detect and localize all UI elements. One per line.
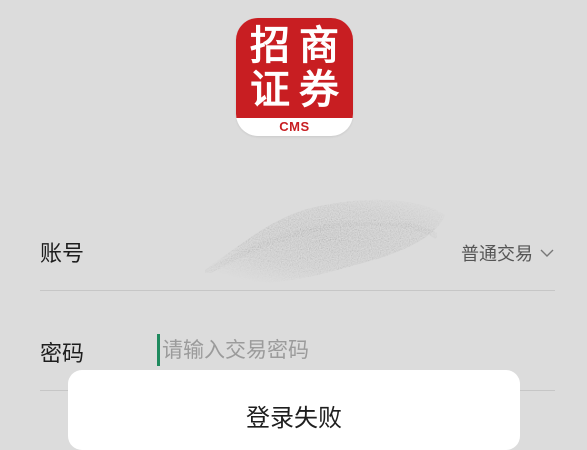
password-label: 密码	[40, 342, 85, 367]
logo-char-3: 证	[250, 66, 290, 113]
chevron-down-icon	[540, 249, 554, 257]
account-divider	[40, 290, 555, 291]
account-type-selector[interactable]: 普通交易	[461, 240, 555, 266]
logo-char-2: 商	[299, 22, 339, 69]
login-failed-dialog: 登录失败	[68, 370, 520, 450]
dialog-title: 登录失败	[246, 404, 342, 432]
redaction-scribble	[185, 199, 445, 285]
account-type-label: 普通交易	[461, 244, 533, 265]
logo-red-block: 招 商 证 券	[236, 18, 353, 118]
account-label: 账号	[40, 242, 85, 267]
password-input[interactable]	[162, 334, 542, 366]
logo-char-1: 招	[250, 22, 290, 69]
text-caret	[157, 334, 160, 366]
logo-char-4: 券	[299, 66, 339, 113]
logo-tag: CMS	[279, 119, 310, 134]
app-logo: 招 商 证 券 CMS	[236, 18, 353, 136]
